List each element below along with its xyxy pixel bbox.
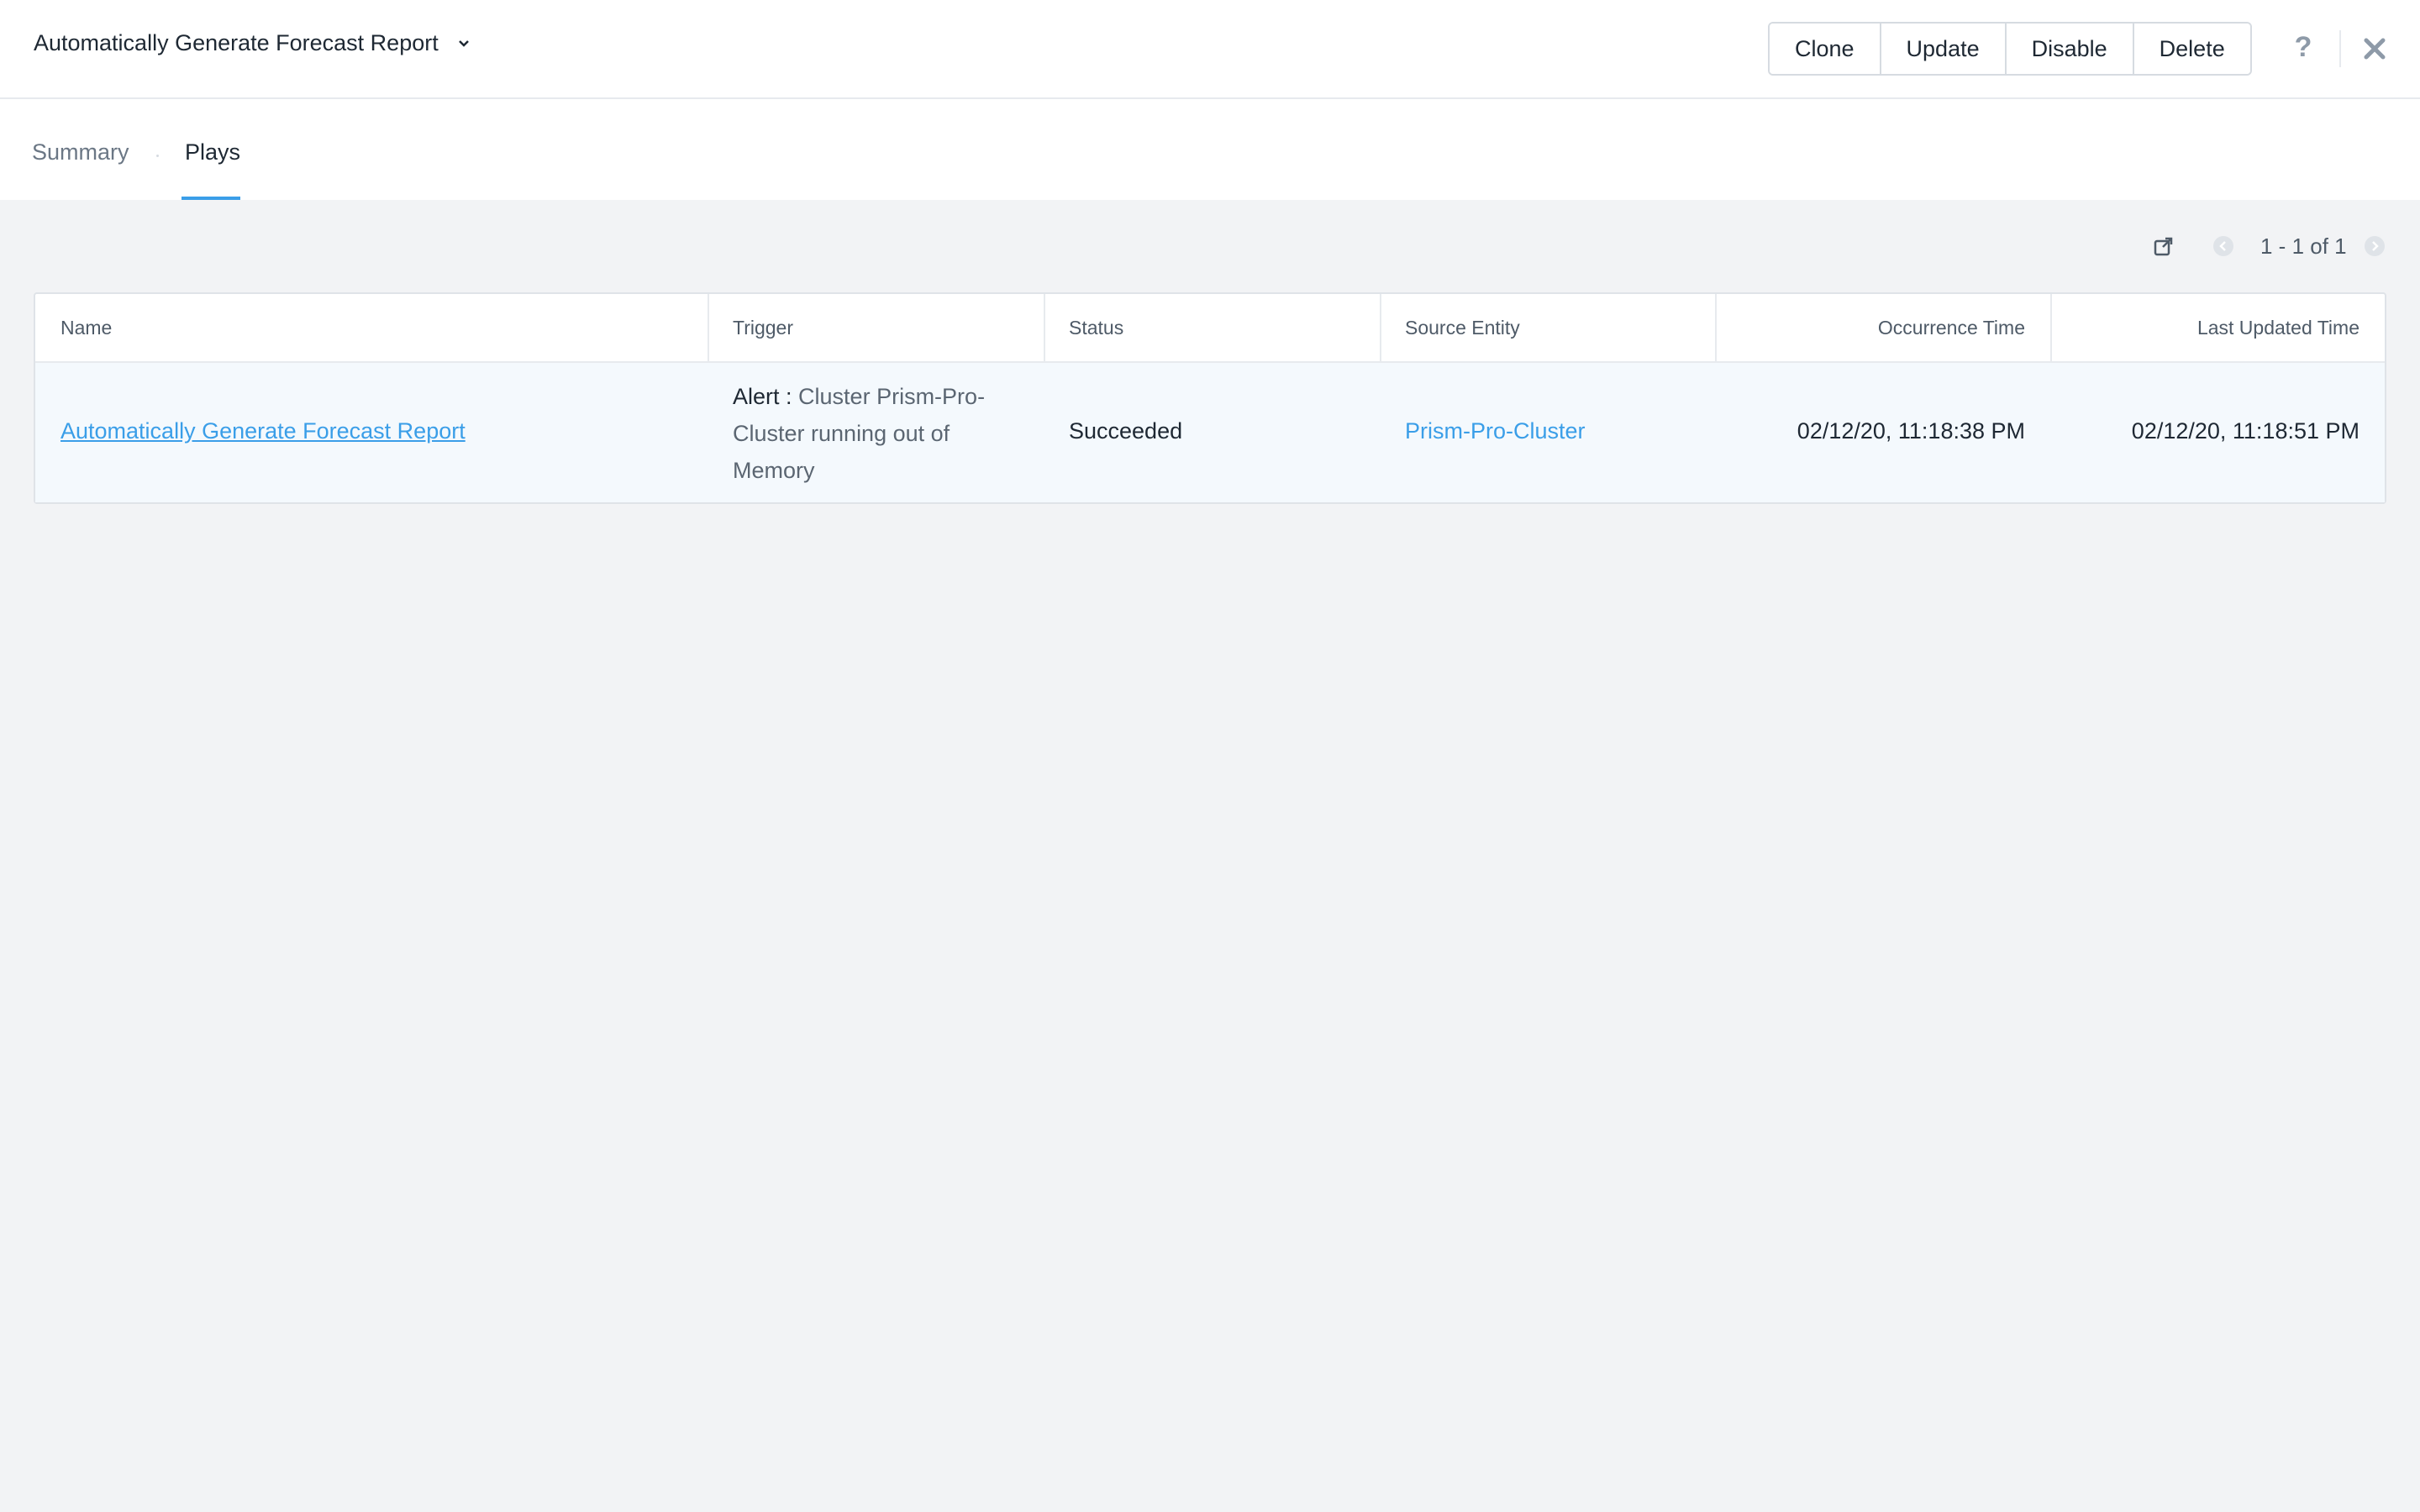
column-divider: [1715, 294, 1717, 361]
clone-button[interactable]: Clone: [1770, 24, 1880, 74]
column-divider: [1044, 294, 1045, 361]
next-page-icon[interactable]: [2364, 235, 2386, 257]
previous-page-icon[interactable]: [2212, 235, 2234, 257]
header-bar: Automatically Generate Forecast Report C…: [0, 0, 2420, 99]
trigger-cell: Alert : Cluster Prism-Pro-Cluster runnin…: [733, 378, 1010, 489]
column-divider: [1380, 294, 1381, 361]
column-header-source-entity[interactable]: Source Entity: [1405, 294, 1520, 361]
column-divider: [708, 294, 709, 361]
column-header-last-updated-time[interactable]: Last Updated Time: [2060, 294, 2376, 361]
update-button[interactable]: Update: [1879, 24, 2005, 74]
last-updated-time-value: 02/12/20, 11:18:51 PM: [2131, 418, 2360, 444]
header-divider: [2339, 30, 2341, 67]
tab-summary[interactable]: Summary: [32, 139, 129, 165]
close-icon[interactable]: [2363, 37, 2386, 60]
help-icon[interactable]: ?: [2291, 29, 2316, 66]
tab-bar: Summary Plays: [0, 99, 2420, 200]
plays-table: Name Trigger Status Source Entity Occurr…: [34, 292, 2386, 504]
column-header-status[interactable]: Status: [1069, 294, 1123, 361]
pagination-range: 1 - 1 of 1: [2260, 234, 2347, 259]
trigger-type: Alert :: [733, 384, 792, 409]
column-header-name[interactable]: Name: [60, 294, 112, 361]
table-row[interactable]: Automatically Generate Forecast Report A…: [35, 361, 2385, 502]
page-title: Automatically Generate Forecast Report: [34, 30, 439, 55]
active-tab-indicator: [182, 197, 240, 200]
delete-button[interactable]: Delete: [2132, 24, 2250, 74]
play-name-link[interactable]: Automatically Generate Forecast Report: [60, 418, 466, 444]
open-external-icon[interactable]: [2153, 235, 2175, 257]
tab-separator: [156, 155, 159, 157]
status-value: Succeeded: [1069, 418, 1183, 444]
tab-plays[interactable]: Plays: [185, 139, 240, 165]
disable-button[interactable]: Disable: [2004, 24, 2133, 74]
chevron-down-icon: [458, 39, 469, 47]
source-entity-link[interactable]: Prism-Pro-Cluster: [1405, 418, 1586, 444]
title-dropdown[interactable]: Automatically Generate Forecast Report: [34, 30, 471, 56]
column-divider: [2050, 294, 2052, 361]
occurrence-time-value: 02/12/20, 11:18:38 PM: [1797, 418, 2025, 444]
column-header-occurrence-time[interactable]: Occurrence Time: [1724, 294, 2042, 361]
action-button-group: Clone Update Disable Delete: [1768, 22, 2252, 76]
column-header-trigger[interactable]: Trigger: [733, 294, 793, 361]
